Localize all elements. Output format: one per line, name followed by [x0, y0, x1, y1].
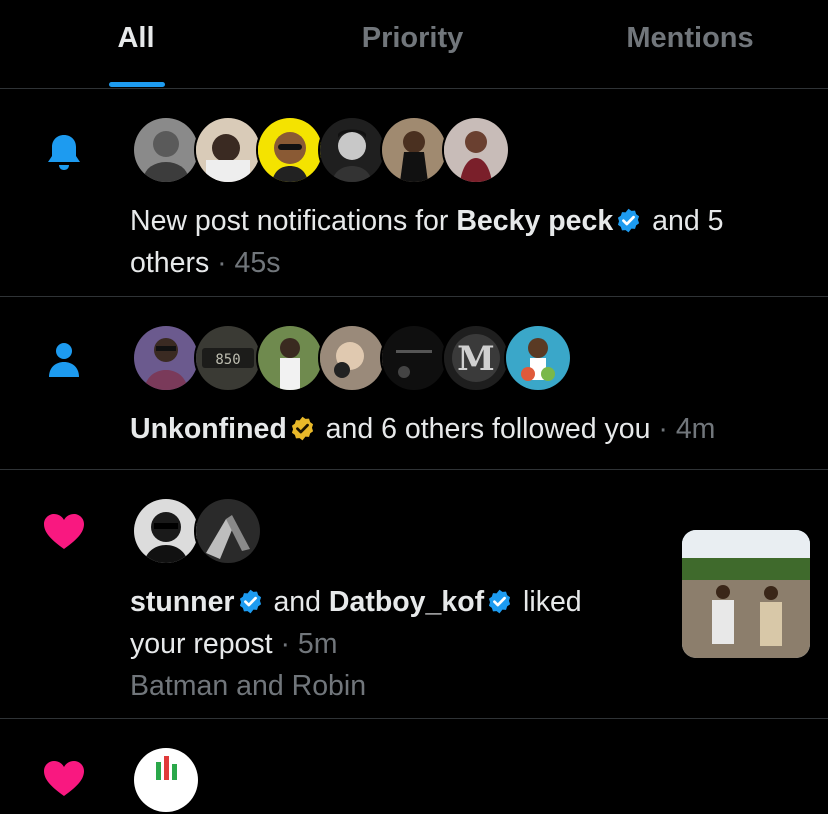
verified-blue-badge-icon	[486, 588, 513, 615]
tab-priority[interactable]: Priority	[340, 22, 485, 55]
avatar-six-text: M	[457, 339, 495, 379]
timestamp: · 4m	[658, 413, 716, 445]
notification-text: New post notifications for Becky peck an…	[130, 200, 820, 284]
avatar[interactable]	[132, 746, 200, 814]
heart-icon	[40, 755, 88, 803]
notification-line2: your repost	[130, 628, 273, 660]
notification-line2: others	[130, 247, 210, 279]
avatar-group	[132, 746, 202, 814]
avatar-group	[132, 116, 522, 184]
user-name[interactable]: Unkonfined	[130, 413, 287, 445]
avatar[interactable]	[194, 497, 262, 565]
post-thumbnail[interactable]	[682, 530, 810, 658]
avatar[interactable]	[132, 116, 200, 184]
person-icon	[40, 337, 88, 385]
post-preview-text: Batman and Robin	[130, 670, 367, 702]
tab-mentions[interactable]: Mentions	[610, 22, 770, 55]
timestamp: · 5m	[280, 628, 338, 660]
heart-icon	[40, 508, 88, 556]
notification-prefix: New post notifications for	[130, 205, 449, 237]
notification-suffix: and 5	[652, 205, 724, 237]
tab-all[interactable]: All	[110, 22, 162, 55]
avatar[interactable]	[256, 116, 324, 184]
verified-blue-badge-icon	[615, 207, 642, 234]
avatar[interactable]	[318, 116, 386, 184]
avatar[interactable]: M	[442, 324, 510, 392]
timestamp: · 45s	[217, 247, 281, 279]
verified-blue-badge-icon	[237, 588, 264, 615]
avatar[interactable]	[318, 324, 386, 392]
avatar[interactable]	[194, 116, 262, 184]
notification-text: stunner and Datboy_kof liked your repost…	[130, 581, 670, 707]
avatar-group: 850 M	[132, 324, 582, 392]
avatar[interactable]	[380, 324, 448, 392]
avatar[interactable]	[256, 324, 324, 392]
avatar[interactable]	[132, 497, 200, 565]
bell-icon	[40, 129, 88, 177]
avatar[interactable]	[132, 324, 200, 392]
verified-gold-badge-icon	[289, 415, 316, 442]
notification-item-new-posts[interactable]: New post notifications for Becky peck an…	[0, 89, 828, 297]
active-tab-indicator	[109, 82, 165, 87]
avatar-two-text: 850	[215, 352, 240, 368]
notification-item-follows[interactable]: 850 M Unkonfined and 6 others followed y…	[0, 297, 828, 470]
avatar[interactable]	[504, 324, 572, 392]
notification-suffix: and 6 others followed you	[325, 413, 651, 445]
user-name[interactable]: Datboy_kof	[329, 586, 484, 618]
avatar[interactable]: 850	[194, 324, 262, 392]
avatar[interactable]	[380, 116, 448, 184]
user-name[interactable]: stunner	[130, 586, 235, 618]
notification-suffix: liked	[523, 586, 582, 618]
notification-text: Unkonfined and 6 others followed you · 4…	[130, 408, 820, 450]
notifications-tab-bar: All Priority Mentions	[0, 0, 828, 89]
avatar-group	[132, 497, 262, 565]
notification-item-partial[interactable]	[0, 719, 828, 814]
notification-joiner: and	[273, 586, 321, 618]
avatar[interactable]	[442, 116, 510, 184]
user-name[interactable]: Becky peck	[456, 205, 613, 237]
